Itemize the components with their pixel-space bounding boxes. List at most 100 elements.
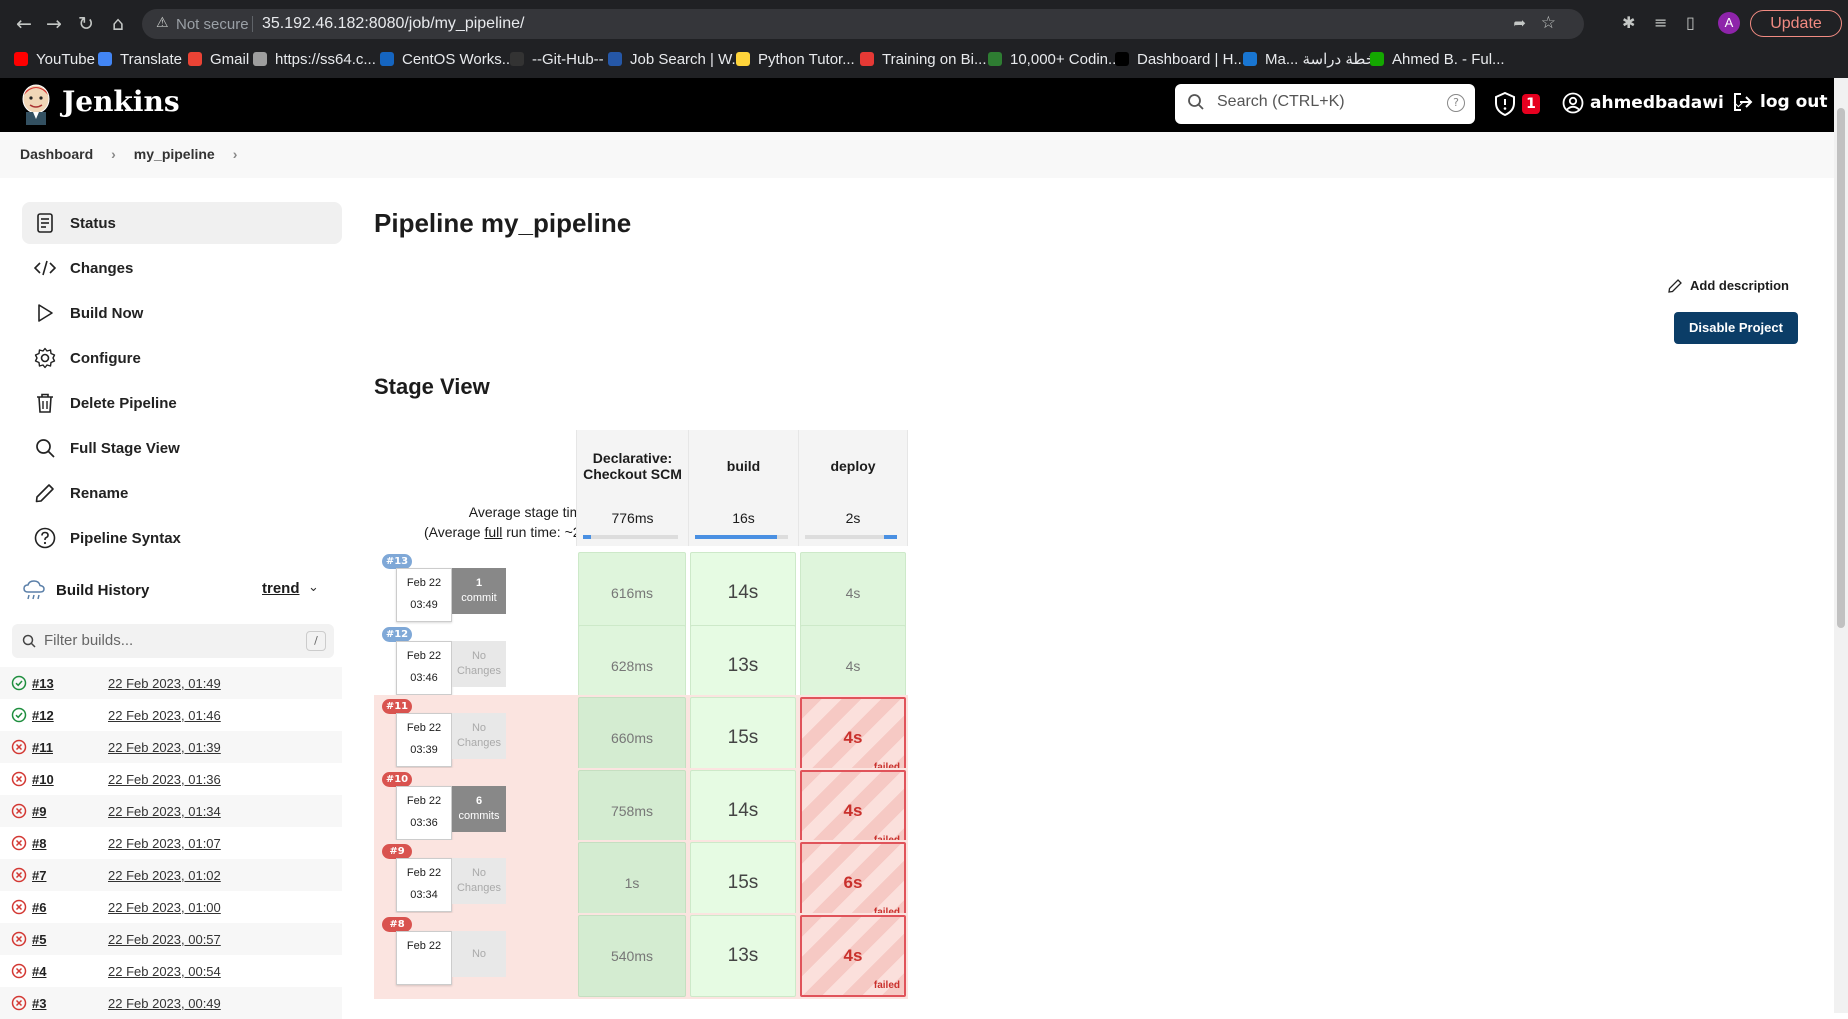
chevron-right-icon[interactable]: › <box>233 146 238 162</box>
reading-list-icon[interactable]: ≡ <box>1654 13 1667 32</box>
logout-label[interactable]: log out <box>1760 92 1828 112</box>
bookmark-label[interactable]: Gmail <box>210 51 249 68</box>
bookmark-label[interactable]: 10,000+ Codin... <box>1010 51 1121 68</box>
build-number-link[interactable]: #4 <box>32 964 46 979</box>
bookmark-label[interactable]: Training on Bi... <box>882 51 987 68</box>
build-history-row[interactable]: #8 22 Feb 2023, 01:07 <box>0 827 342 859</box>
search-box[interactable]: Search (CTRL+K) ? <box>1175 84 1475 124</box>
add-description-label[interactable]: Add description <box>1690 278 1789 293</box>
chevron-down-icon[interactable]: ⌄ <box>308 580 319 595</box>
build-number-link[interactable]: #12 <box>32 708 54 723</box>
back-icon[interactable]: ← <box>12 12 36 36</box>
bookmark-item[interactable]: Ma... خطة دراسة <box>1243 47 1375 71</box>
build-date-link[interactable]: 22 Feb 2023, 01:00 <box>108 900 221 915</box>
jenkins-logo-icon[interactable] <box>20 83 52 125</box>
reload-icon[interactable]: ↻ <box>74 12 98 36</box>
bookmark-item[interactable]: Job Search | W... <box>608 47 744 71</box>
run-changes-box[interactable]: 6 commits <box>452 785 506 832</box>
bookmark-label[interactable]: Python Tutor... <box>758 51 855 68</box>
scroll-thumb[interactable] <box>1837 108 1845 628</box>
url-text[interactable]: 35.192.46.182:8080/job/my_pipeline/ <box>262 15 524 33</box>
run-changes-box[interactable]: No <box>452 931 506 977</box>
sidebar-item-pipeline-syntax[interactable]: Pipeline Syntax <box>22 517 342 559</box>
build-number-link[interactable]: #6 <box>32 900 46 915</box>
run-row[interactable]: #8 Feb 22 No <box>374 913 576 999</box>
build-date-link[interactable]: 22 Feb 2023, 01:46 <box>108 708 221 723</box>
bookmark-item[interactable]: Dashboard | H... <box>1115 47 1246 71</box>
extensions-icon[interactable]: ✱ <box>1622 13 1635 32</box>
bookmark-item[interactable]: Ahmed B. - Ful... <box>1370 47 1505 71</box>
username[interactable]: ahmedbadawi <box>1590 93 1724 113</box>
sidebar-item-status[interactable]: Status <box>22 202 342 244</box>
security-badge[interactable]: 1 <box>1522 94 1540 114</box>
build-history-row[interactable]: #6 22 Feb 2023, 01:00 <box>0 891 342 923</box>
bookmark-item[interactable]: Python Tutor... <box>736 47 855 71</box>
run-changes-box[interactable]: No Changes <box>452 713 506 760</box>
page-scrollbar[interactable] <box>1834 78 1848 1013</box>
run-changes-box[interactable]: No Changes <box>452 640 506 687</box>
stage-cell[interactable]: 13s <box>690 915 796 997</box>
build-date-link[interactable]: 22 Feb 2023, 01:36 <box>108 772 221 787</box>
sidebar-item-build-now[interactable]: Build Now <box>22 292 342 334</box>
build-number-link[interactable]: #13 <box>32 676 54 691</box>
build-history-row[interactable]: #9 22 Feb 2023, 01:34 <box>0 795 342 827</box>
share-icon[interactable]: ➦ <box>1513 14 1526 32</box>
search-input[interactable]: Search (CTRL+K) <box>1217 93 1345 111</box>
build-number-link[interactable]: #3 <box>32 996 46 1011</box>
full-link[interactable]: full <box>484 524 502 540</box>
build-date-link[interactable]: 22 Feb 2023, 01:39 <box>108 740 221 755</box>
bookmark-label[interactable]: --Git-Hub-- <box>532 51 604 68</box>
filter-builds-input[interactable]: Filter builds... / <box>12 624 334 658</box>
build-history-row[interactable]: #10 22 Feb 2023, 01:36 <box>0 763 342 795</box>
sidebar-item-delete-pipeline[interactable]: Delete Pipeline <box>22 382 342 424</box>
bookmark-label[interactable]: Ahmed B. - Ful... <box>1392 51 1505 68</box>
bookmark-item[interactable]: Gmail <box>188 47 249 71</box>
build-date-link[interactable]: 22 Feb 2023, 01:02 <box>108 868 221 883</box>
build-history-row[interactable]: #5 22 Feb 2023, 00:57 <box>0 923 342 955</box>
build-history-row[interactable]: #7 22 Feb 2023, 01:02 <box>0 859 342 891</box>
bookmark-item[interactable]: 10,000+ Codin... <box>988 47 1121 71</box>
add-description-link[interactable]: Add description <box>1668 278 1789 293</box>
bookmark-item[interactable]: --Git-Hub-- <box>510 47 604 71</box>
stage-cell[interactable]: 4s failed <box>800 915 906 997</box>
home-icon[interactable]: ⌂ <box>106 12 130 36</box>
breadcrumb-dashboard[interactable]: Dashboard <box>20 146 93 162</box>
run-number-badge[interactable]: #9 <box>382 844 412 860</box>
forward-icon[interactable]: → <box>42 12 66 36</box>
build-history-row[interactable]: #13 22 Feb 2023, 01:49 <box>0 667 342 699</box>
run-number-badge[interactable]: #13 <box>382 554 412 569</box>
help-icon[interactable]: ? <box>1447 94 1465 112</box>
bookmark-label[interactable]: Ma... خطة دراسة <box>1265 50 1375 68</box>
build-number-link[interactable]: #10 <box>32 772 54 787</box>
build-date-link[interactable]: 22 Feb 2023, 00:49 <box>108 996 221 1011</box>
sidebar-item-rename[interactable]: Rename <box>22 472 342 514</box>
bookmark-star-icon[interactable]: ☆ <box>1541 13 1556 33</box>
build-date-link[interactable]: 22 Feb 2023, 01:49 <box>108 676 221 691</box>
jenkins-title[interactable]: Jenkins <box>62 85 180 118</box>
filter-placeholder[interactable]: Filter builds... <box>44 632 133 649</box>
bookmark-label[interactable]: CentOS Works... <box>402 51 514 68</box>
bookmark-label[interactable]: https://ss64.c... <box>275 51 376 68</box>
profile-avatar[interactable]: A <box>1718 12 1740 34</box>
run-changes-box[interactable]: 1 commit <box>452 568 506 614</box>
build-date-link[interactable]: 22 Feb 2023, 01:07 <box>108 836 221 851</box>
bookmark-item[interactable]: Training on Bi... <box>860 47 987 71</box>
shield-icon[interactable] <box>1494 92 1516 116</box>
bookmark-label[interactable]: Dashboard | H... <box>1137 51 1246 68</box>
run-changes-box[interactable]: No Changes <box>452 858 506 905</box>
bookmark-label[interactable]: Translate <box>120 51 182 68</box>
run-number-badge[interactable]: #8 <box>382 917 412 932</box>
sidebar-item-configure[interactable]: Configure <box>22 337 342 379</box>
run-number-badge[interactable]: #12 <box>382 626 412 642</box>
breadcrumb-my-pipeline[interactable]: my_pipeline <box>134 146 215 162</box>
side-panel-icon[interactable]: ▯ <box>1686 13 1695 32</box>
bookmark-item[interactable]: Translate <box>98 47 182 71</box>
build-history-row[interactable]: #4 22 Feb 2023, 00:54 <box>0 955 342 987</box>
trend-link[interactable]: trend <box>262 580 300 597</box>
build-number-link[interactable]: #8 <box>32 836 46 851</box>
user-menu[interactable]: ahmedbadawi ⌵ <box>1562 92 1743 114</box>
build-date-link[interactable]: 22 Feb 2023, 00:57 <box>108 932 221 947</box>
address-bar[interactable]: ⚠ Not secure 35.192.46.182:8080/job/my_p… <box>142 9 1584 39</box>
build-history-row[interactable]: #11 22 Feb 2023, 01:39 <box>0 731 342 763</box>
disable-project-button[interactable]: Disable Project <box>1674 312 1798 344</box>
